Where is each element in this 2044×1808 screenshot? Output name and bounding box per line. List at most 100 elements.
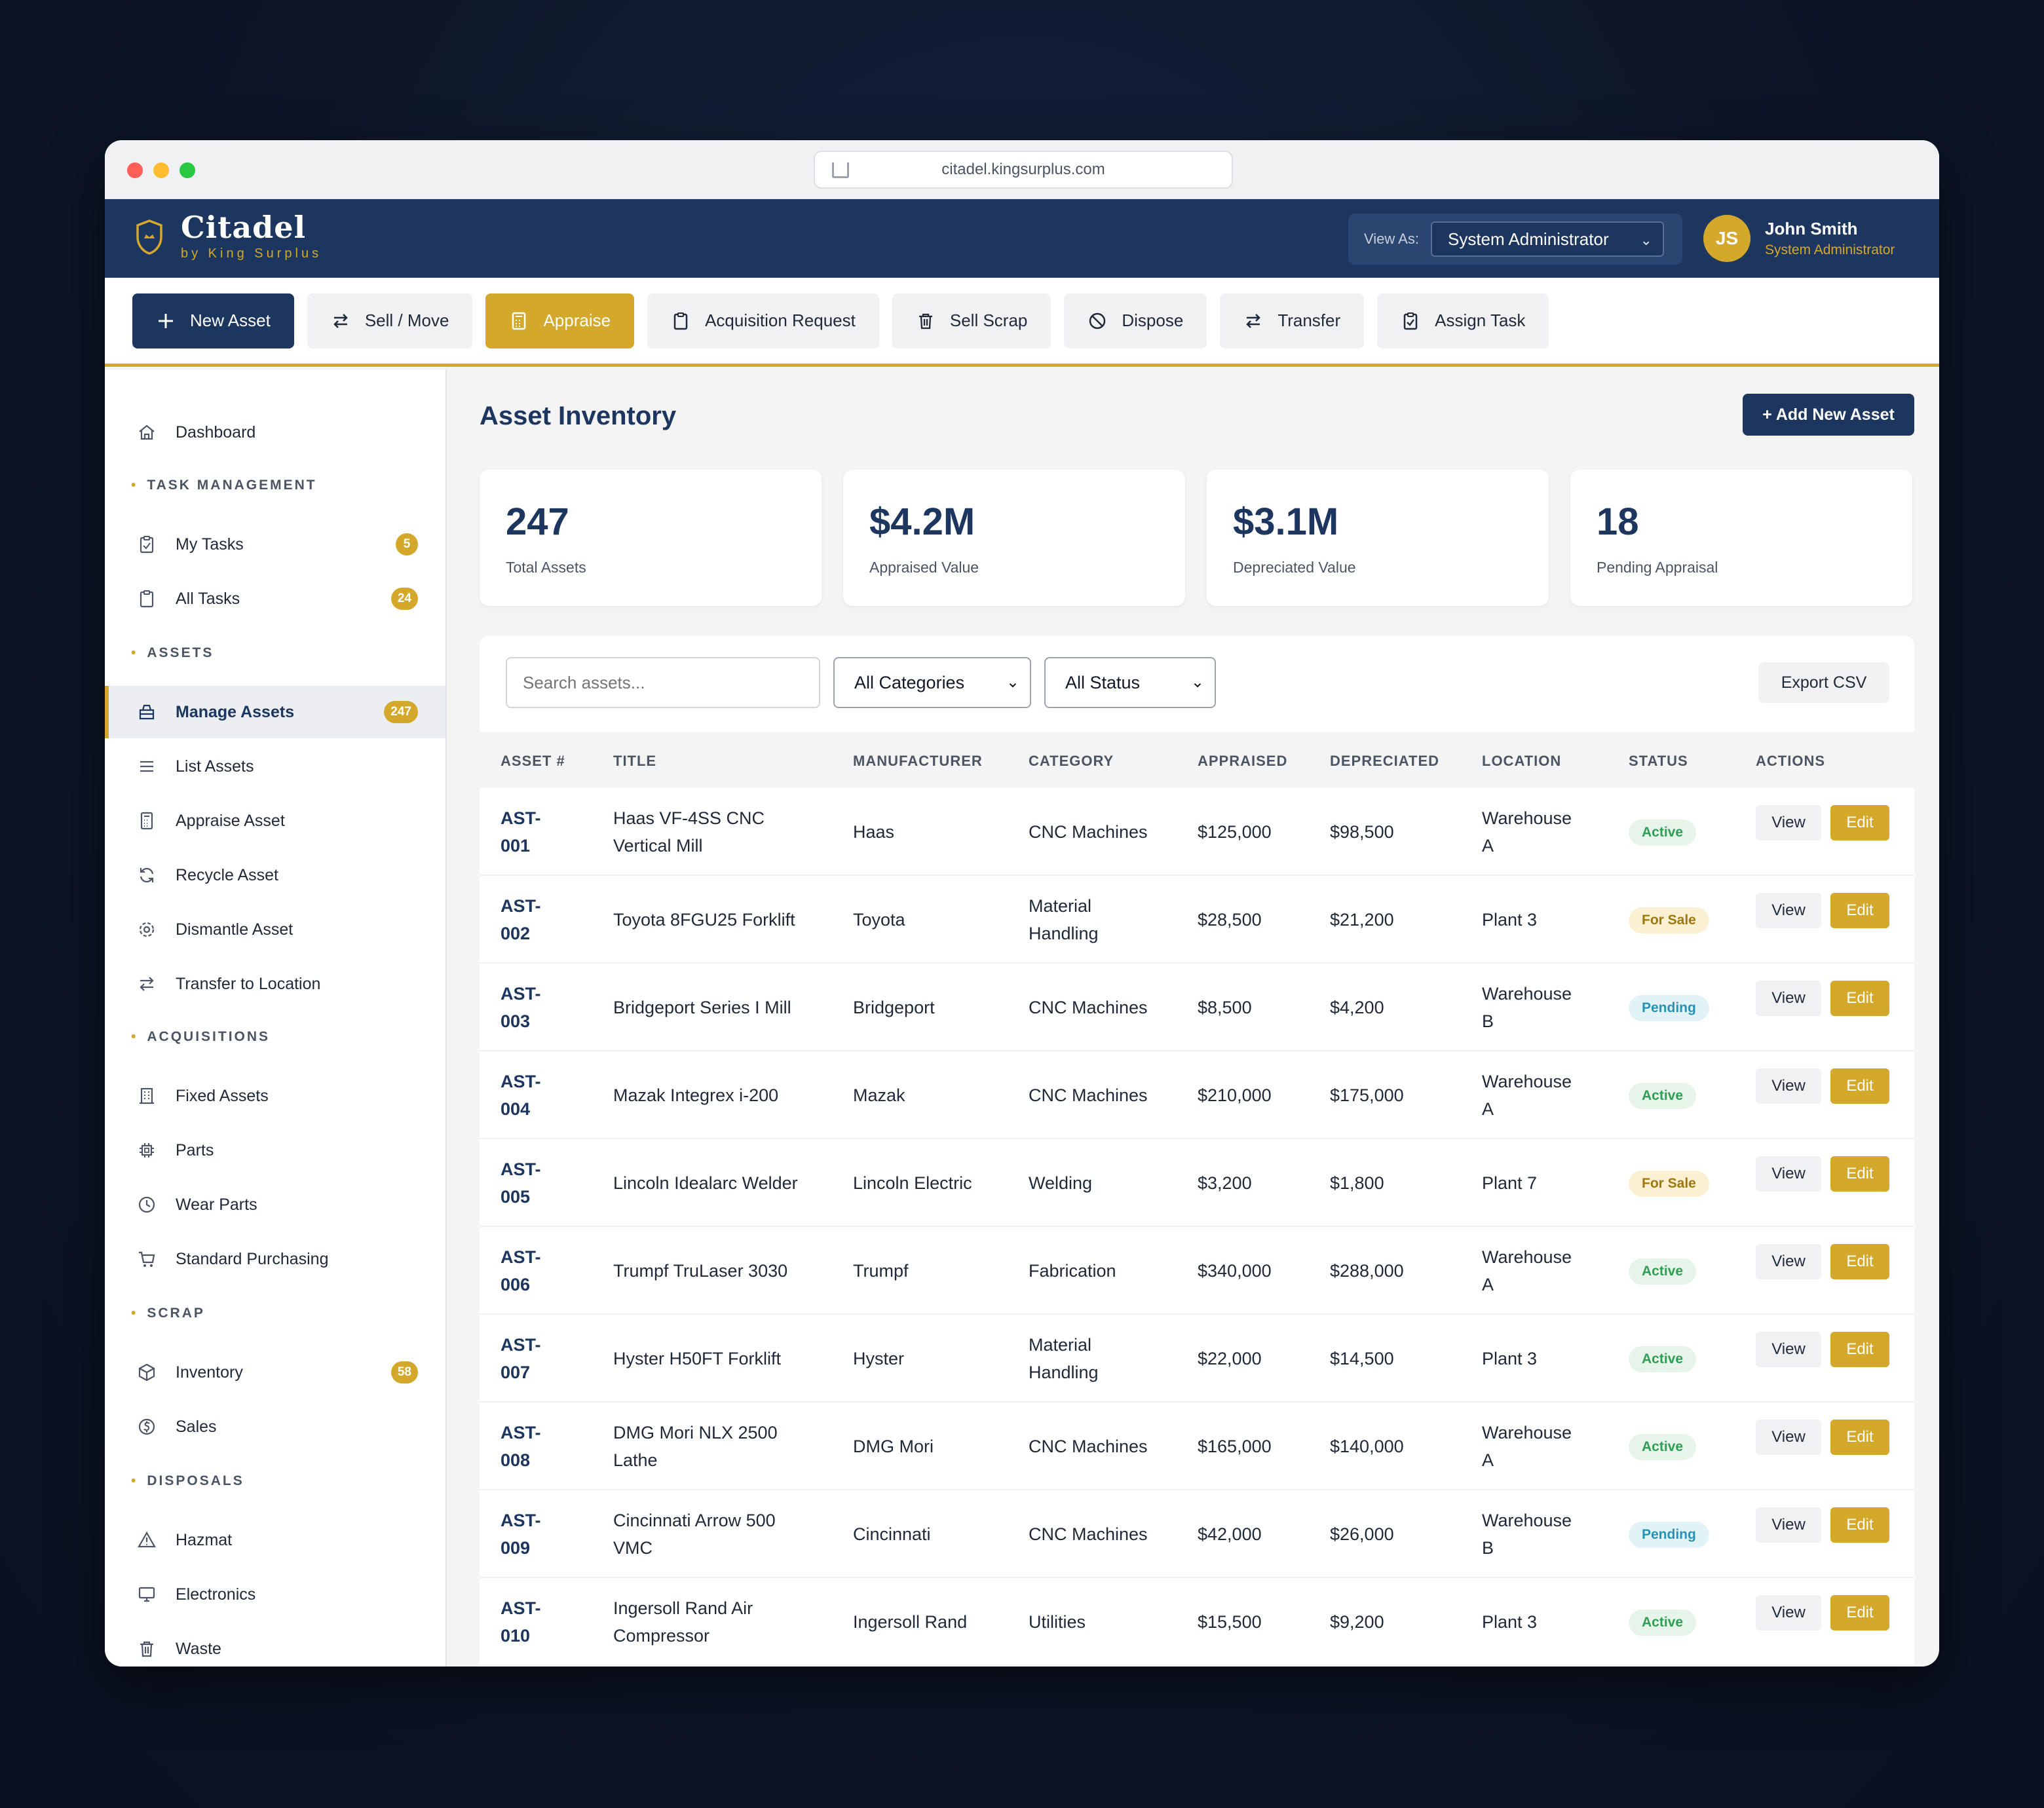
- asset-id-cell[interactable]: AST- 007: [501, 1331, 541, 1386]
- table-row[interactable]: AST- 010 Ingersoll Rand Air Compressor Inger…: [480, 1578, 1914, 1666]
- column-header[interactable]: APPRAISED: [1198, 753, 1287, 770]
- sidebar-item-dashboard[interactable]: Dashboard: [105, 406, 445, 459]
- edit-button[interactable]: Edit: [1830, 1156, 1889, 1192]
- column-header[interactable]: LOCATION: [1482, 753, 1561, 770]
- view-button[interactable]: View: [1756, 1244, 1821, 1279]
- sidebar-item-appraise-asset[interactable]: Appraise Asset: [105, 795, 445, 847]
- export-csv-button[interactable]: Export CSV: [1758, 662, 1889, 703]
- column-header[interactable]: STATUS: [1629, 753, 1688, 770]
- asset-id-cell-line: 008: [501, 1450, 531, 1470]
- view-button[interactable]: View: [1756, 981, 1821, 1016]
- edit-button[interactable]: Edit: [1830, 981, 1889, 1016]
- table-row[interactable]: AST- 005 Lincoln Idealarc Welder Lincoln El…: [480, 1139, 1914, 1227]
- view-button[interactable]: View: [1756, 1068, 1821, 1104]
- sidebar-item-parts[interactable]: Parts: [105, 1124, 445, 1177]
- sidebar-item-electronics[interactable]: Electronics: [105, 1568, 445, 1621]
- column-header[interactable]: DEPRECIATED: [1330, 753, 1439, 770]
- acquisition-request-label: Acquisition Request: [705, 311, 856, 330]
- edit-button[interactable]: Edit: [1830, 1595, 1889, 1630]
- column-header[interactable]: TITLE: [613, 753, 656, 770]
- column-header[interactable]: CATEGORY: [1029, 753, 1114, 770]
- sidebar-item-label: Hazmat: [176, 1530, 233, 1549]
- transfer-button[interactable]: Transfer: [1220, 293, 1365, 348]
- sidebar-item-wear-parts[interactable]: Wear Parts: [105, 1178, 445, 1231]
- brand[interactable]: Citadel by King Surplus: [181, 210, 322, 261]
- sell-move-button[interactable]: Sell / Move: [307, 293, 473, 348]
- view-button[interactable]: View: [1756, 805, 1821, 840]
- asset-id-cell[interactable]: AST- 004: [501, 1068, 541, 1123]
- column-header[interactable]: MANUFACTURER: [853, 753, 983, 770]
- stat-card-pending-appraisal: 18 Pending Appraisal: [1570, 470, 1912, 606]
- search-input[interactable]: [506, 657, 820, 708]
- minimize-window-button[interactable]: [153, 162, 169, 178]
- table-row[interactable]: AST- 003 Bridgeport Series I Mill Bridgepor…: [480, 964, 1914, 1051]
- assign-task-button[interactable]: Assign Task: [1377, 293, 1549, 348]
- view-button[interactable]: View: [1756, 1156, 1821, 1192]
- table-row[interactable]: AST- 002 Toyota 8FGU25 Forklift Toyota Mater…: [480, 876, 1914, 964]
- sidebar-item-sales[interactable]: Sales: [105, 1401, 445, 1453]
- view-button[interactable]: View: [1756, 893, 1821, 928]
- user-name: John Smith: [1765, 219, 1858, 238]
- asset-id-cell[interactable]: AST- 002: [501, 892, 541, 947]
- asset-id-cell[interactable]: AST- 006: [501, 1243, 541, 1298]
- view-button[interactable]: View: [1756, 1595, 1821, 1630]
- sidebar-item-manage-assets[interactable]: Manage Assets 247: [105, 686, 445, 738]
- edit-button[interactable]: Edit: [1830, 893, 1889, 928]
- table-row[interactable]: AST- 004 Mazak Integrex i-200 Mazak CNC Mach…: [480, 1051, 1914, 1139]
- view-button[interactable]: View: [1756, 1507, 1821, 1543]
- edit-button[interactable]: Edit: [1830, 1507, 1889, 1543]
- asset-id-cell[interactable]: AST- 008: [501, 1419, 541, 1474]
- table-row[interactable]: AST- 009 Cincinnati Arrow 500 VMC Cincinnati…: [480, 1490, 1914, 1578]
- location-cell-line: Plant 3: [1482, 910, 1538, 930]
- dispose-button[interactable]: Dispose: [1064, 293, 1207, 348]
- sidebar-item-hazmat[interactable]: Hazmat: [105, 1514, 445, 1566]
- edit-button[interactable]: Edit: [1830, 1332, 1889, 1367]
- sidebar-item-inventory[interactable]: Inventory 58: [105, 1346, 445, 1399]
- view-as-select[interactable]: System Administrator ⌄: [1430, 221, 1664, 257]
- asset-id-cell[interactable]: AST- 005: [501, 1156, 541, 1211]
- status-badge: Active: [1629, 1083, 1697, 1109]
- manufacturer-cell-line: Cincinnati: [853, 1524, 931, 1544]
- sidebar-item-standard-purchasing[interactable]: Standard Purchasing: [105, 1233, 445, 1285]
- edit-button[interactable]: Edit: [1830, 1244, 1889, 1279]
- sidebar-item-transfer-to-location[interactable]: Transfer to Location: [105, 958, 445, 1010]
- appraise-label: Appraise: [543, 311, 611, 330]
- sidebar-item-list-assets[interactable]: List Assets: [105, 740, 445, 793]
- table-row[interactable]: AST- 001 Haas VF-4SS CNC Vertical Mill Haas C…: [480, 788, 1914, 876]
- add-new-asset-button[interactable]: + Add New Asset: [1743, 394, 1914, 436]
- sidebar-item-all-tasks[interactable]: All Tasks 24: [105, 573, 445, 625]
- sell-scrap-button[interactable]: Sell Scrap: [892, 293, 1051, 348]
- edit-button[interactable]: Edit: [1830, 1420, 1889, 1455]
- edit-button[interactable]: Edit: [1830, 805, 1889, 840]
- sidebar-item-recycle-asset[interactable]: Recycle Asset: [105, 849, 445, 901]
- new-asset-button[interactable]: New Asset: [132, 293, 294, 348]
- sidebar-item-dismantle-asset[interactable]: Dismantle Asset: [105, 903, 445, 956]
- page-icon: [832, 162, 849, 178]
- title-cell-line: Ingersoll Rand Air: [613, 1598, 753, 1618]
- sidebar-item-my-tasks[interactable]: My Tasks 5: [105, 518, 445, 571]
- asset-id-cell[interactable]: AST- 009: [501, 1507, 541, 1562]
- close-window-button[interactable]: [127, 162, 143, 178]
- category-filter-select[interactable]: All Categories ⌄: [833, 657, 1031, 708]
- table-row[interactable]: AST- 007 Hyster H50FT Forklift Hyster Materi…: [480, 1315, 1914, 1403]
- manufacturer-cell: Hyster: [853, 1345, 904, 1372]
- sidebar-item-fixed-assets[interactable]: Fixed Assets: [105, 1070, 445, 1122]
- table-row[interactable]: AST- 008 DMG Mori NLX 2500 Lathe DMG Mori CNC…: [480, 1403, 1914, 1490]
- edit-button[interactable]: Edit: [1830, 1068, 1889, 1104]
- acquisition-request-button[interactable]: Acquisition Request: [647, 293, 879, 348]
- avatar[interactable]: JS: [1703, 215, 1751, 262]
- sidebar-item-waste[interactable]: Waste: [105, 1623, 445, 1667]
- appraise-button[interactable]: Appraise: [485, 293, 635, 348]
- title-cell: Lincoln Idealarc Welder: [613, 1169, 798, 1197]
- maximize-window-button[interactable]: [180, 162, 195, 178]
- asset-id-cell[interactable]: AST- 010: [501, 1594, 541, 1649]
- address-bar[interactable]: citadel.kingsurplus.com: [814, 151, 1233, 189]
- view-button[interactable]: View: [1756, 1332, 1821, 1367]
- view-button[interactable]: View: [1756, 1420, 1821, 1455]
- table-row[interactable]: AST- 006 Trumpf TruLaser 3030 Trumpf Fabrica…: [480, 1227, 1914, 1315]
- status-filter-select[interactable]: All Status ⌄: [1044, 657, 1216, 708]
- asset-id-cell[interactable]: AST- 001: [501, 804, 541, 859]
- asset-id-cell[interactable]: AST- 003: [501, 980, 541, 1035]
- column-header[interactable]: ASSET #: [501, 753, 565, 770]
- appraised-cell: $15,500: [1198, 1608, 1262, 1636]
